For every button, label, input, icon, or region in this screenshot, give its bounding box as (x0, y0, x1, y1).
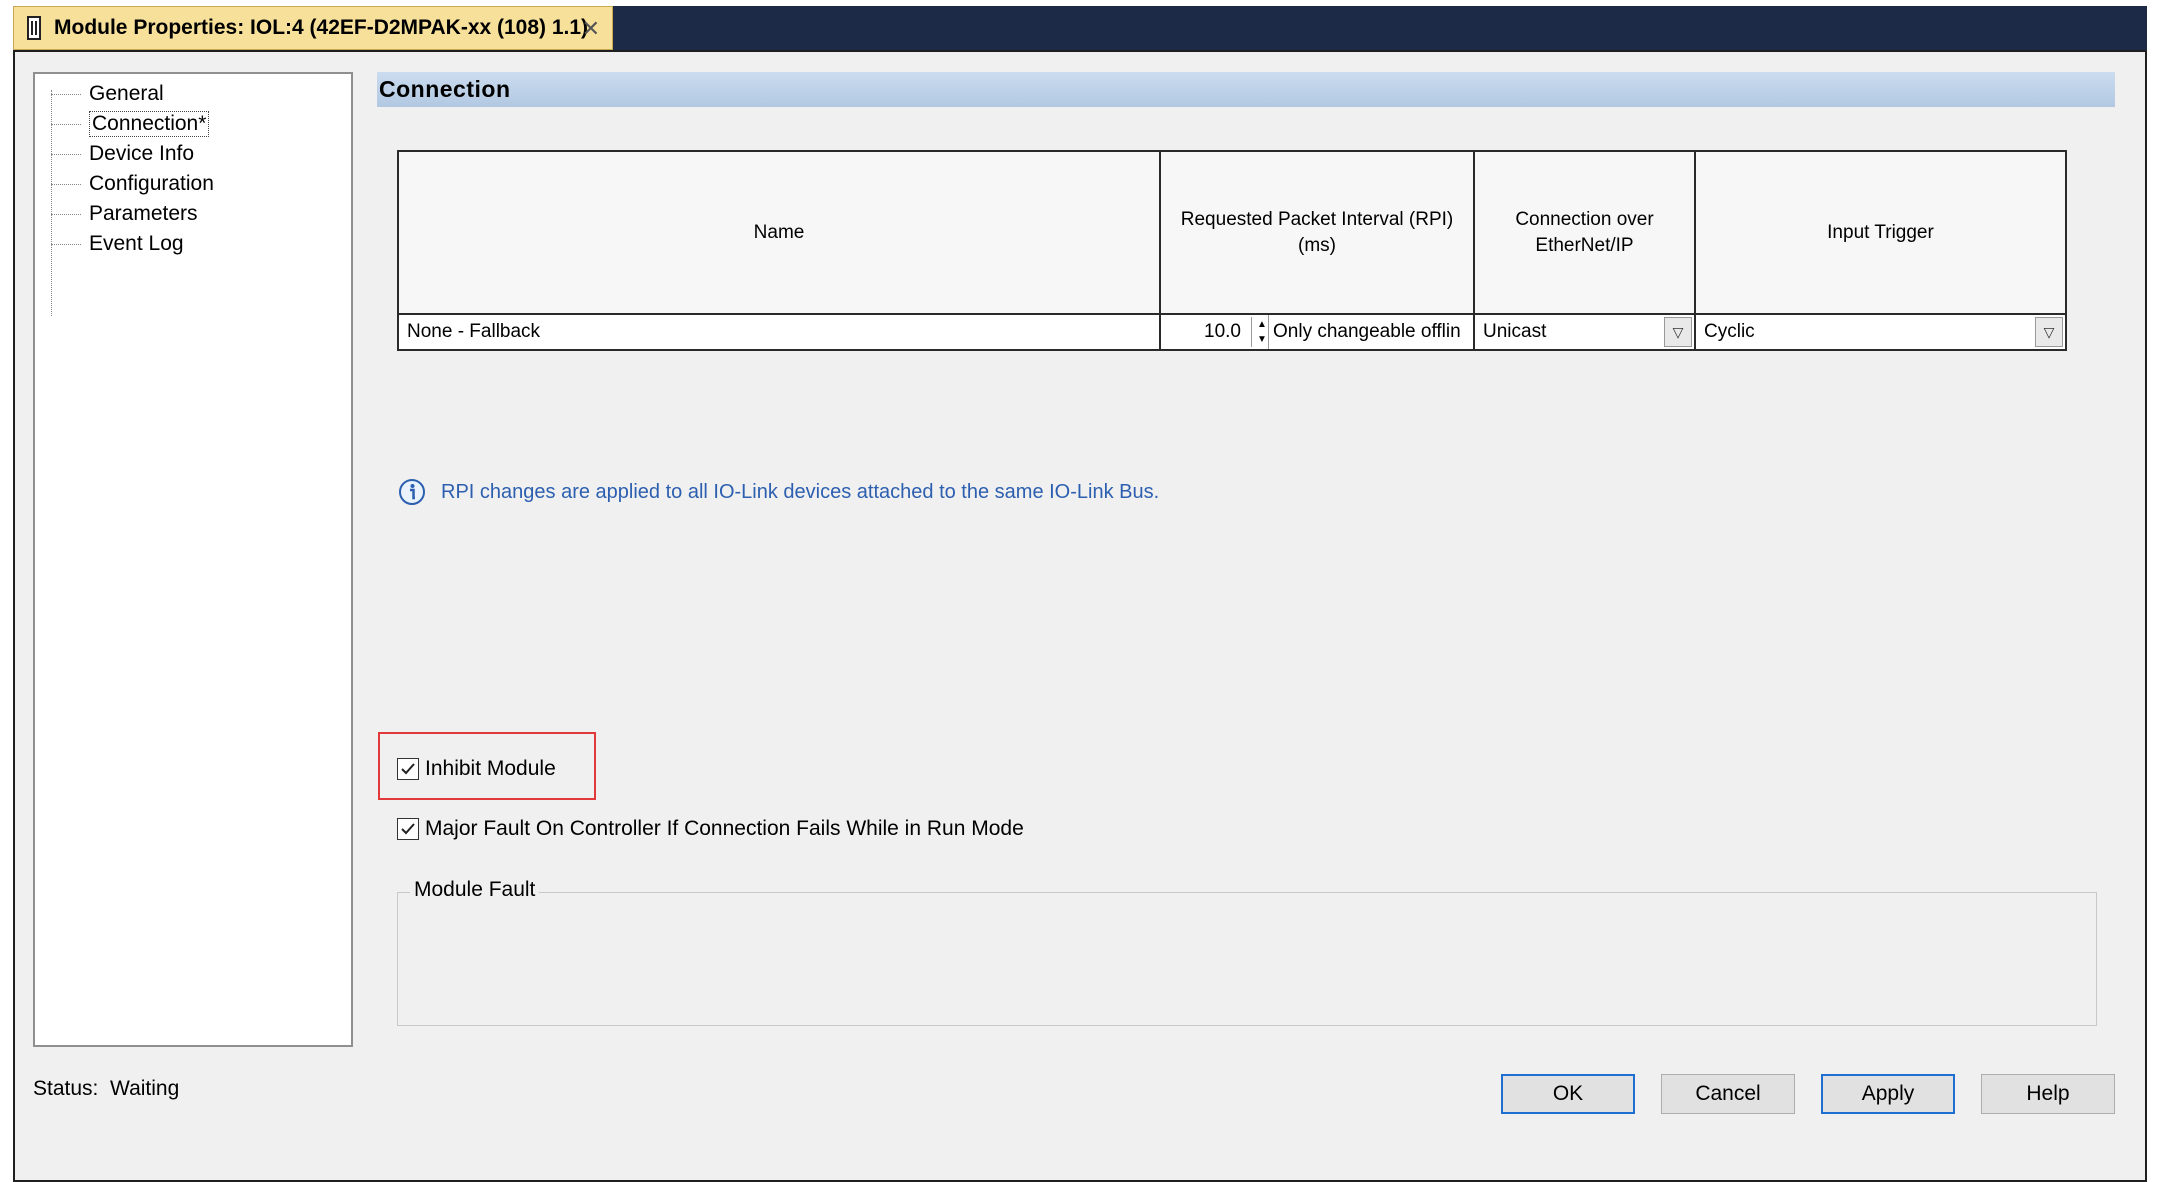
column-header-name: Name (397, 150, 1161, 315)
close-icon[interactable]: ✕ (582, 16, 600, 42)
sidebar-item-configuration[interactable]: Configuration (51, 169, 214, 199)
connection-table: Name Requested Packet Interval (RPI) (ms)… (397, 150, 2067, 351)
table-row: None - Fallback 10.0 ▲ ▼ Only changeable … (397, 313, 2067, 351)
conn-header-line2: EtherNet/IP (1535, 234, 1634, 256)
module-icon (26, 16, 42, 40)
major-fault-checkbox[interactable]: Major Fault On Controller If Connection … (397, 817, 1024, 841)
sidebar-item-label: Parameters (89, 202, 198, 225)
chevron-down-icon[interactable]: ▽ (2035, 317, 2063, 347)
sidebar-item-device-info[interactable]: Device Info (51, 139, 194, 169)
info-text: RPI changes are applied to all IO-Link d… (441, 480, 1160, 503)
rpi-input[interactable]: 10.0 (1204, 321, 1241, 343)
sidebar-item-label: Configuration (89, 172, 214, 195)
column-header-connection: Connection over EtherNet/IP (1473, 150, 1696, 315)
sidebar-item-connection[interactable]: Connection* (51, 109, 210, 139)
section-title: Connection (377, 72, 2115, 107)
rpi-note: Only changeable offlin (1273, 321, 1461, 342)
connection-type-select[interactable]: Unicast ▽ (1473, 313, 1696, 351)
connection-type-value: Unicast (1483, 321, 1547, 342)
status-label: Status: (33, 1077, 99, 1100)
table-header-row: Name Requested Packet Interval (RPI) (ms)… (397, 150, 2067, 315)
sidebar-item-parameters[interactable]: Parameters (51, 199, 198, 229)
status-value: Waiting (110, 1077, 180, 1100)
input-trigger-value: Cyclic (1704, 321, 1755, 342)
rpi-header-line2: (ms) (1298, 234, 1336, 256)
major-fault-label: Major Fault On Controller If Connection … (425, 817, 1024, 840)
chevron-down-icon[interactable]: ▽ (1664, 317, 1692, 347)
module-fault-group (397, 892, 2097, 1026)
info-icon (399, 479, 425, 505)
rpi-header-line1: Requested Packet Interval (RPI) (1180, 208, 1454, 230)
module-fault-label: Module Fault (410, 878, 540, 902)
sidebar-item-event-log[interactable]: Event Log (51, 229, 184, 259)
status-bar: Status: Waiting (33, 1077, 179, 1101)
apply-button[interactable]: Apply (1821, 1074, 1955, 1114)
column-header-rpi: Requested Packet Interval (RPI) (ms) (1159, 150, 1475, 315)
conn-header-line1: Connection over (1515, 208, 1654, 230)
info-message: RPI changes are applied to all IO-Link d… (397, 477, 1159, 507)
connection-name-cell: None - Fallback (397, 313, 1161, 351)
window-tab[interactable]: Module Properties: IOL:4 (42EF-D2MPAK-xx… (13, 6, 613, 50)
help-button[interactable]: Help (1981, 1074, 2115, 1114)
sidebar-item-general[interactable]: General (51, 79, 164, 109)
sidebar-item-label: Connection* (89, 111, 210, 137)
window-title: Module Properties: IOL:4 (42EF-D2MPAK-xx… (54, 16, 589, 39)
cancel-button[interactable]: Cancel (1661, 1074, 1795, 1114)
category-tree[interactable]: General Connection* Device Info Configur… (33, 72, 353, 1047)
inhibit-module-label: Inhibit Module (425, 757, 556, 780)
inhibit-module-checkbox[interactable]: Inhibit Module (397, 757, 556, 781)
checkbox-checked-icon[interactable] (397, 758, 419, 780)
sidebar-item-label: Device Info (89, 142, 195, 165)
rpi-cell: 10.0 ▲ ▼ Only changeable offlin (1159, 313, 1475, 351)
checkbox-checked-icon[interactable] (397, 818, 419, 840)
input-trigger-select[interactable]: Cyclic ▽ (1694, 313, 2067, 351)
sidebar-item-label: Event Log (89, 232, 184, 255)
ok-button[interactable]: OK (1501, 1074, 1635, 1114)
column-header-trigger: Input Trigger (1694, 150, 2067, 315)
sidebar-item-label: General (89, 82, 164, 105)
